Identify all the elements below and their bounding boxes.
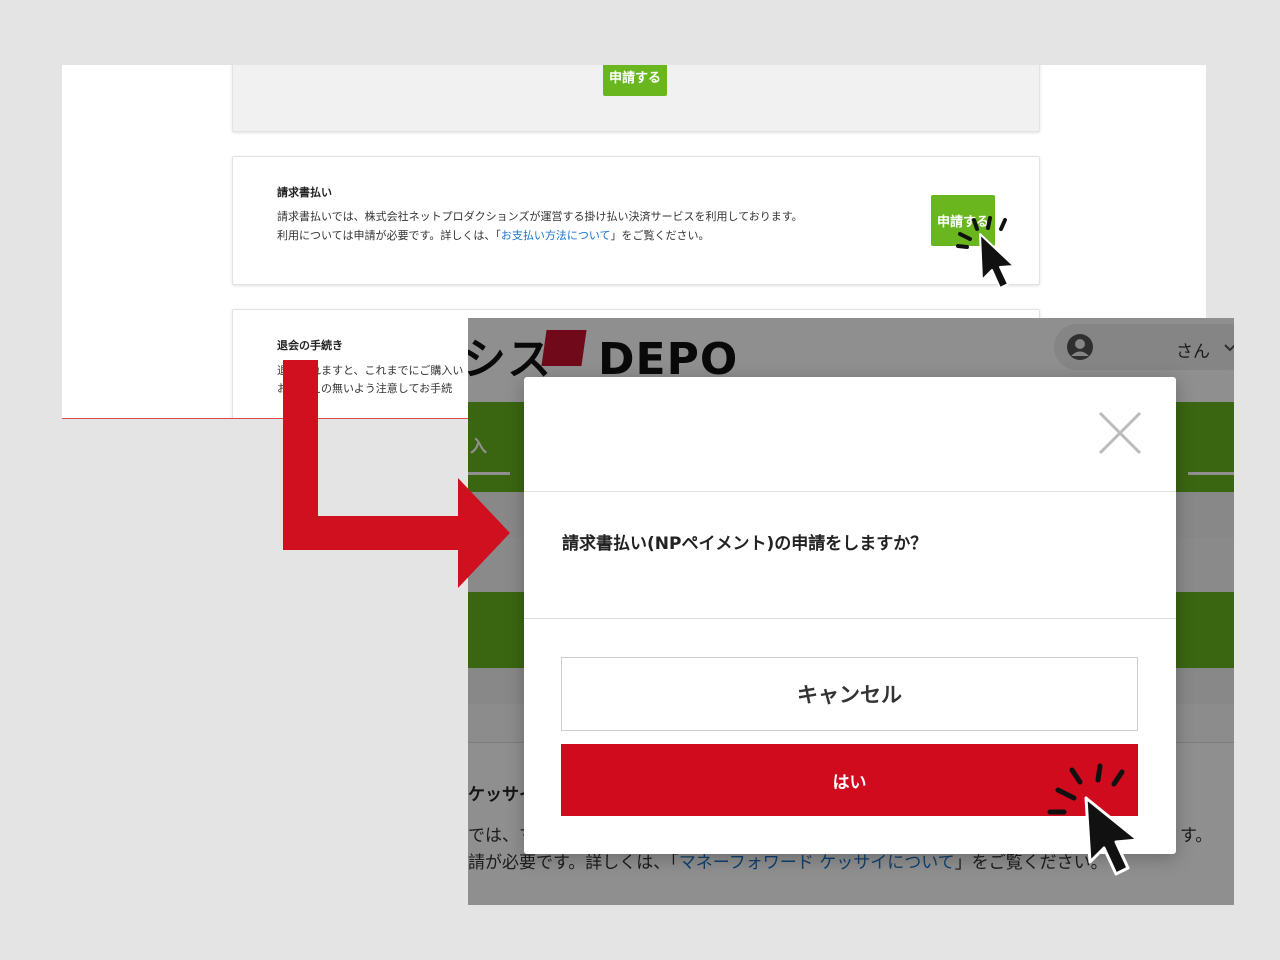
cancel-button[interactable]: キャンセル (561, 657, 1138, 731)
invoice-card-description-line1: 請求書払いでは、株式会社ネットプロダクションズが運営する掛け払い決済サービスを利… (277, 210, 803, 223)
dialog-question: 請求書払い(NPペイメント)の申請をしますか？ (562, 534, 928, 554)
invoice-payment-card: 請求書払い 請求書払いでは、株式会社ネットプロダクションズが運営する掛け払い決済… (232, 156, 1040, 285)
modal-divider (524, 491, 1176, 492)
payment-method-link[interactable]: お支払い方法について (501, 229, 611, 242)
pointer-cursor-icon (1047, 763, 1140, 876)
previous-application-card: 申請する (232, 65, 1040, 132)
flow-arrow-icon (283, 360, 510, 588)
withdraw-card-title: 退会の手続き (277, 339, 343, 352)
description-text: 利用については申請が必要です。詳しくは、「 (277, 229, 501, 242)
invoice-card-title: 請求書払い (277, 186, 332, 199)
invoice-card-description-line2: 利用については申請が必要です。詳しくは、「お支払い方法について」をご覧ください。 (277, 226, 710, 245)
modal-divider (524, 618, 1176, 619)
description-text: 」をご覧ください。 (610, 229, 710, 242)
pointer-cursor-icon (956, 216, 1015, 289)
close-icon[interactable] (1092, 405, 1148, 461)
apply-button-previous[interactable]: 申請する (603, 65, 667, 96)
